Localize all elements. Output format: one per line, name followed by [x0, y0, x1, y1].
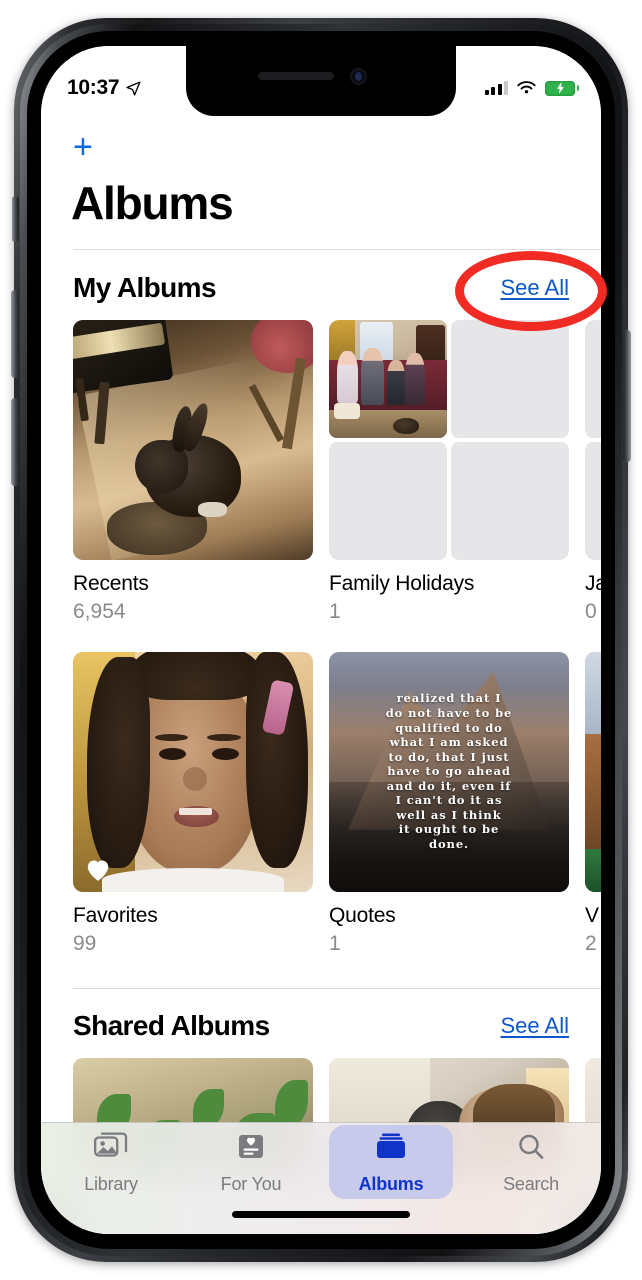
album-count: 2: [585, 932, 597, 955]
home-indicator[interactable]: [232, 1211, 410, 1218]
header-divider: [73, 249, 601, 250]
album-card-family-holidays[interactable]: Family Holidays 1: [329, 320, 569, 624]
tab-label: Albums: [358, 1173, 424, 1194]
add-album-button[interactable]: +: [73, 130, 93, 164]
quote-line: realized that I: [396, 691, 502, 706]
quote-line: done.: [429, 837, 469, 852]
thumbnail-cell-photo: [329, 320, 447, 438]
quote-line: well as I think: [396, 807, 502, 822]
album-count: 0: [585, 600, 597, 623]
album-count: 6,954: [73, 600, 126, 623]
photos-library-icon: [94, 1131, 128, 1167]
heart-icon: [87, 860, 109, 881]
quote-line: it ought to be: [398, 822, 500, 837]
album-card-v-clipped[interactable]: V 2: [585, 652, 601, 956]
tab-search[interactable]: Search: [461, 1125, 601, 1201]
earpiece-speaker: [258, 72, 334, 80]
phone-screen: 10:37 + Albums My Albums See All Recents…: [41, 46, 601, 1234]
mute-switch-button[interactable]: [12, 196, 19, 242]
quote-photo: realized that I do not have to be qualif…: [329, 652, 569, 892]
album-count: 1: [329, 932, 341, 955]
status-bar-left: 10:37: [67, 62, 142, 100]
album-card-recents[interactable]: Recents 6,954: [73, 320, 313, 624]
quote-line: what I am asked: [389, 735, 509, 750]
vacation-photo: [585, 652, 601, 892]
quote-line: have to go ahead: [387, 764, 511, 779]
status-bar-right: [484, 66, 579, 96]
album-thumbnail-family-holidays: [329, 320, 569, 560]
child-photo: [73, 652, 313, 892]
my-albums-header: My Albums See All: [41, 258, 601, 318]
album-thumbnail-favorites: [73, 652, 313, 892]
tab-label: Search: [503, 1173, 559, 1194]
thumbnail-cell-empty: [585, 320, 601, 438]
album-count: 99: [73, 932, 97, 955]
my-albums-row-1: Recents 6,954 Family Holidays 1 J 0: [41, 320, 601, 624]
quote-line: and do it, even if: [386, 778, 512, 793]
album-name: Ja: [585, 572, 601, 595]
album-name: Family Holidays: [329, 572, 475, 595]
cellular-signal-icon: [484, 81, 508, 95]
album-name: Recents: [73, 572, 149, 595]
album-card-favorites[interactable]: Favorites 99: [73, 652, 313, 956]
location-arrow-icon: [126, 80, 141, 96]
album-name: V: [585, 904, 599, 927]
shared-albums-title: Shared Albums: [73, 1010, 270, 1041]
tab-albums[interactable]: Albums: [321, 1125, 461, 1201]
quote-line: do not have to be: [385, 705, 513, 720]
album-thumbnail-v: [585, 652, 601, 892]
tab-library[interactable]: Library: [41, 1125, 181, 1201]
quote-line: to do, that I just: [388, 749, 510, 764]
thumbnail-cell-empty: [329, 442, 447, 560]
album-name: Quotes: [329, 904, 396, 927]
album-thumbnail-quotes: realized that I do not have to be qualif…: [329, 652, 569, 892]
section-my-albums: My Albums See All Recents 6,954 Family H…: [41, 258, 601, 956]
album-thumbnail-ja: [585, 320, 601, 560]
tab-for-you[interactable]: For You: [181, 1125, 321, 1201]
my-albums-see-all-link[interactable]: See All: [501, 275, 570, 301]
tab-label: Library: [84, 1173, 138, 1194]
album-card-ja-clipped[interactable]: Ja 0: [585, 320, 601, 624]
thumbnail-cell-empty: [451, 320, 569, 438]
rabbit-photo: [73, 320, 313, 560]
family-photo: [329, 320, 447, 438]
for-you-heart-card-icon: [237, 1132, 265, 1167]
status-time: 10:37: [67, 76, 120, 99]
album-name: Favorites: [73, 904, 158, 927]
thumbnail-cell-empty: [451, 442, 569, 560]
front-camera-icon: [350, 68, 367, 85]
shared-albums-header: Shared Albums See All: [41, 996, 601, 1056]
battery-charging-icon: [545, 80, 579, 96]
albums-folder-icon: [374, 1132, 408, 1167]
shared-albums-divider: [73, 988, 601, 989]
quote-overlay-text: realized that I do not have to be qualif…: [329, 652, 569, 892]
album-card-quotes[interactable]: realized that I do not have to be qualif…: [329, 652, 569, 956]
album-thumbnail-recents: [73, 320, 313, 560]
volume-up-button[interactable]: [11, 290, 19, 378]
page-title: Albums: [71, 177, 234, 229]
iphone-device-frame: 10:37 + Albums My Albums See All Recents…: [0, 0, 642, 1280]
quote-line: qualified to do: [395, 720, 503, 735]
thumbnail-cell-empty: [585, 442, 601, 560]
album-count: 1: [329, 600, 341, 623]
quote-line: I can't do it as: [395, 793, 503, 808]
photos-app-albums-screen: 10:37 + Albums My Albums See All Recents…: [41, 46, 601, 1234]
volume-down-button[interactable]: [11, 398, 19, 486]
tab-label: For You: [220, 1173, 282, 1194]
power-side-button[interactable]: [623, 330, 631, 462]
device-notch: [186, 46, 456, 116]
search-magnifier-icon: [516, 1132, 546, 1167]
wifi-icon: [517, 81, 536, 94]
my-albums-title: My Albums: [73, 272, 217, 303]
my-albums-row-2: Favorites 99 realized that I do not have…: [41, 652, 601, 956]
shared-albums-see-all-link[interactable]: See All: [501, 1013, 570, 1039]
